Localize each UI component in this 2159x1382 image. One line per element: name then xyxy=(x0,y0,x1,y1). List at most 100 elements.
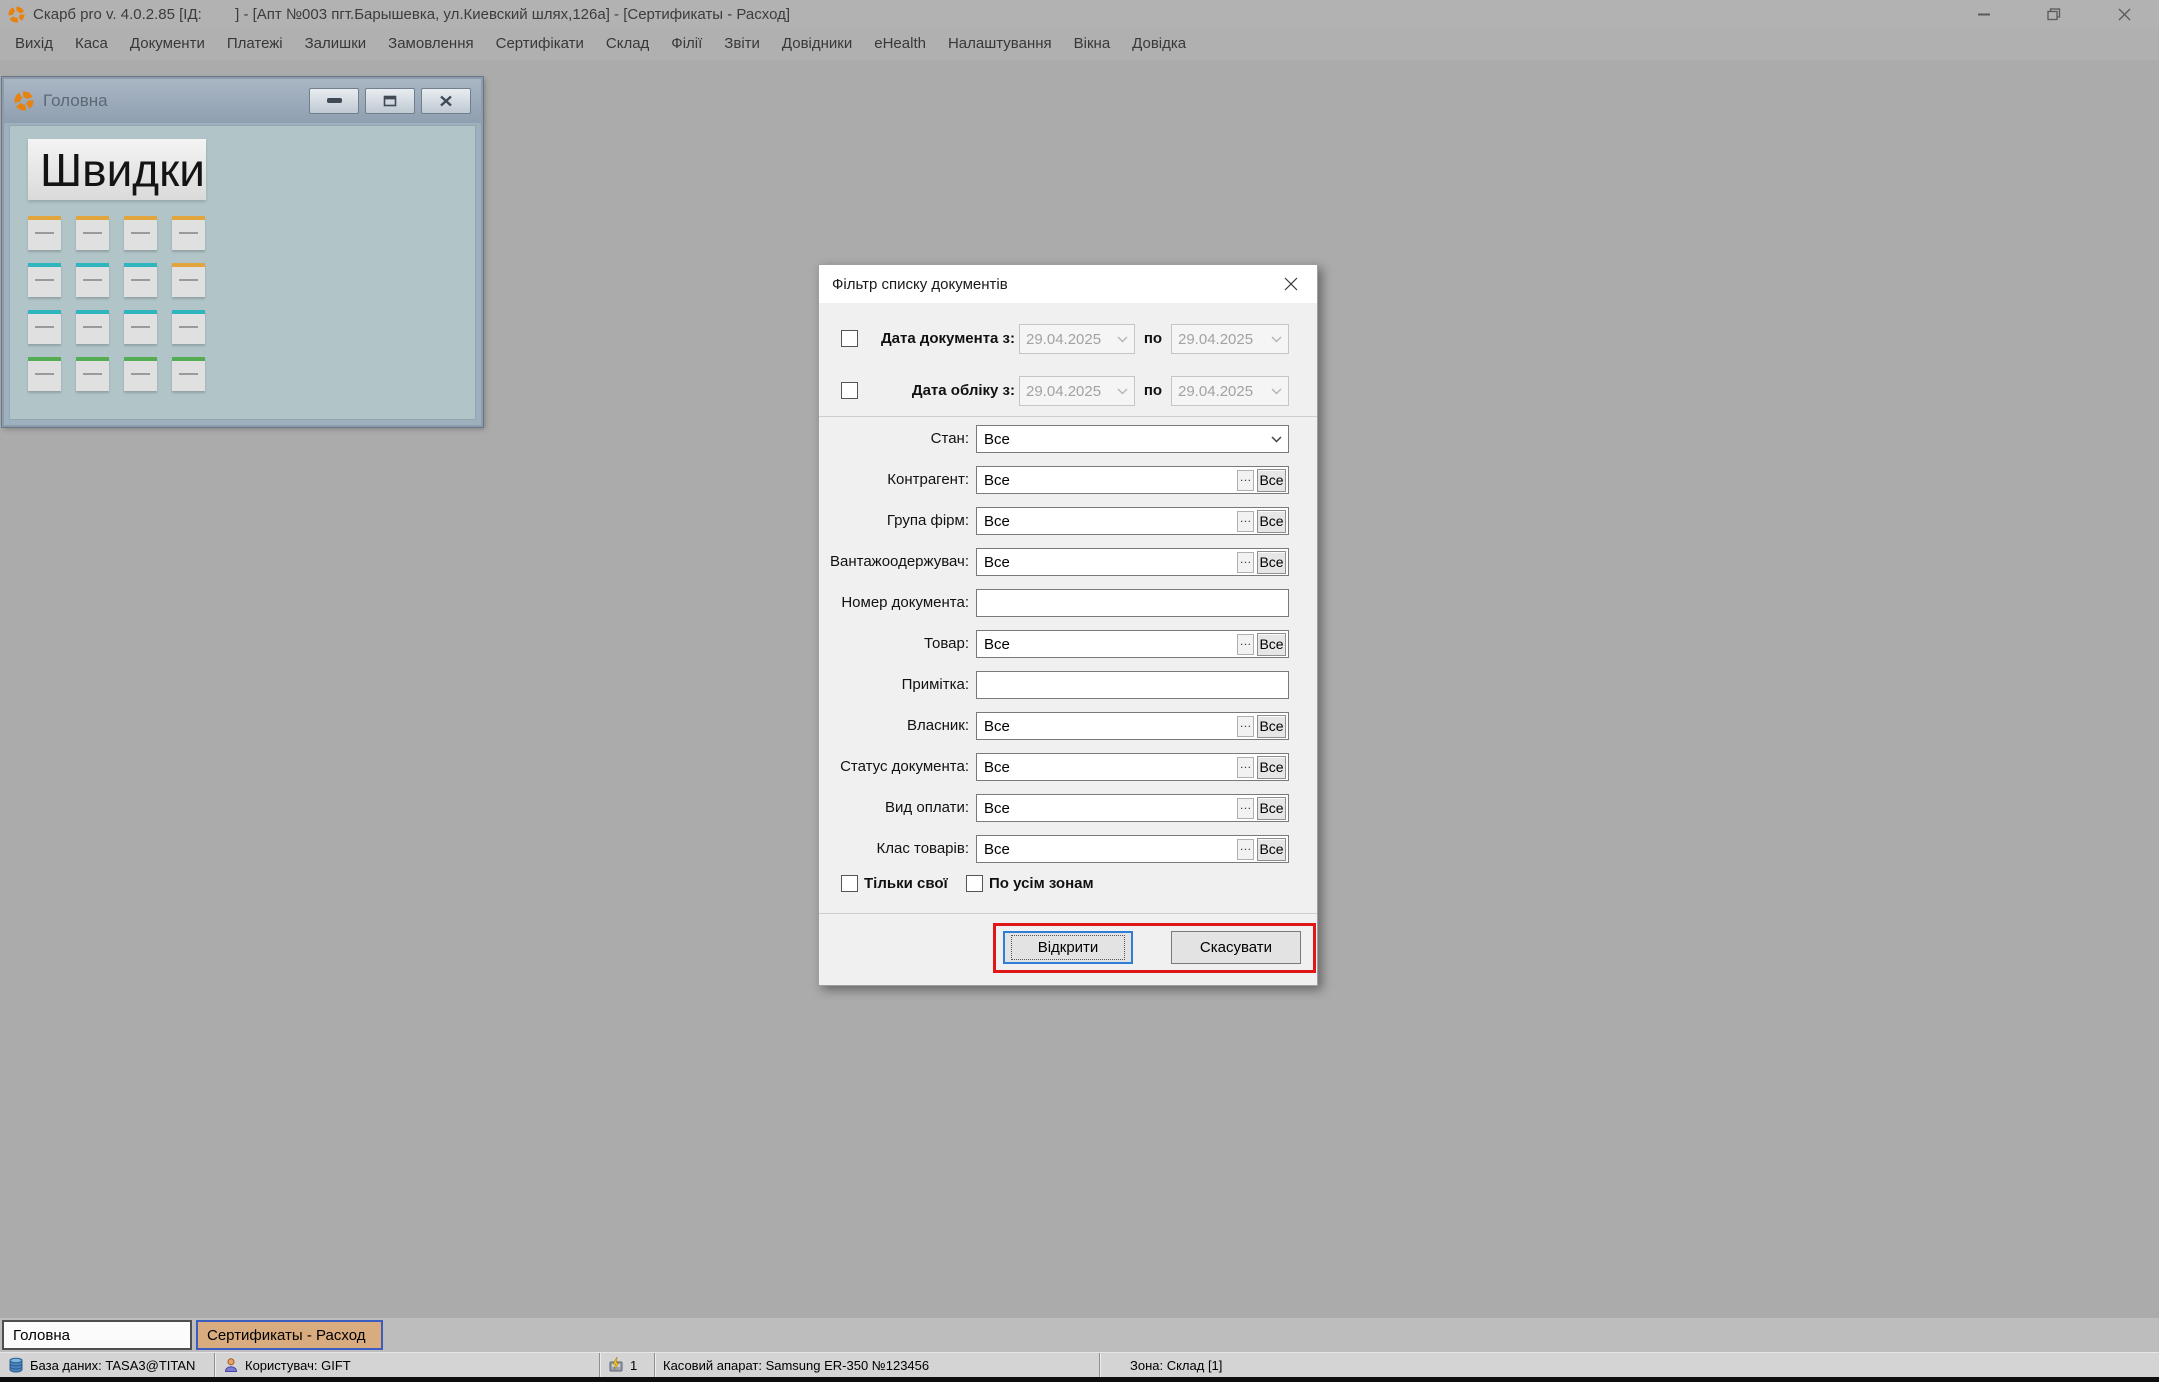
cancel-button[interactable]: Скасувати xyxy=(1171,931,1301,964)
lookup-more-button[interactable]: … xyxy=(1237,839,1254,860)
open-button[interactable]: Відкрити xyxy=(1003,931,1133,964)
mdi-title-bar[interactable]: Головна xyxy=(4,79,481,123)
menu-item[interactable]: Замовлення xyxy=(377,28,484,60)
lookup-more-button[interactable]: … xyxy=(1237,470,1254,491)
dialog-separator xyxy=(819,416,1317,417)
menu-item[interactable]: Склад xyxy=(595,28,660,60)
lookup-more-button[interactable]: … xyxy=(1237,716,1254,737)
mdi-close-button[interactable] xyxy=(421,88,471,114)
date-filter-checkbox[interactable] xyxy=(841,330,858,347)
window-tab[interactable]: Сертификаты - Расход xyxy=(196,1320,383,1350)
dialog-close-button[interactable] xyxy=(1278,271,1304,297)
field-input[interactable]: Все … Все xyxy=(976,548,1289,576)
menu-item[interactable]: eHealth xyxy=(863,28,937,60)
field-value: Все xyxy=(984,431,1271,448)
quick-tile[interactable] xyxy=(76,216,109,250)
lookup-more-button[interactable]: … xyxy=(1237,552,1254,573)
dialog-checkbox-item[interactable]: По усім зонам xyxy=(966,875,1094,892)
menu-item[interactable]: Сертифікати xyxy=(485,28,595,60)
date-filter-checkbox[interactable] xyxy=(841,382,858,399)
quick-tile[interactable] xyxy=(28,357,61,391)
window-tab[interactable]: Головна xyxy=(2,1320,192,1350)
mdi-restore-button[interactable] xyxy=(365,88,415,114)
quick-tile[interactable] xyxy=(28,263,61,297)
dialog-checkbox-item[interactable]: Тільки свої xyxy=(841,875,948,892)
quick-tile[interactable] xyxy=(76,310,109,344)
field-label: Номер документа: xyxy=(819,589,969,617)
filter-field-row: Статус документа: Все … Все xyxy=(819,753,1317,781)
menu-item[interactable]: Довідники xyxy=(771,28,863,60)
field-input[interactable]: … Все xyxy=(976,589,1289,617)
user-icon xyxy=(223,1357,239,1373)
menu-item[interactable]: Налаштування xyxy=(937,28,1063,60)
minimize-button[interactable] xyxy=(1949,0,2019,28)
quick-tile[interactable] xyxy=(124,263,157,297)
window-title: Скарб pro v. 4.0.2.85 [ІД: ] - [Апт №003… xyxy=(33,6,790,23)
menu-item[interactable]: Довідка xyxy=(1121,28,1197,60)
close-button[interactable] xyxy=(2089,0,2159,28)
status-bar: База даних: TASA3@TITAN Користувач: GIFT… xyxy=(0,1352,2159,1377)
lookup-all-button[interactable]: Все xyxy=(1257,797,1286,820)
lookup-more-button[interactable]: … xyxy=(1237,511,1254,532)
checkbox[interactable] xyxy=(966,875,983,892)
date-to-dropdown[interactable]: 29.04.2025 xyxy=(1171,376,1289,406)
quick-tile[interactable] xyxy=(172,310,205,344)
menu-item[interactable]: Філії xyxy=(660,28,713,60)
menu-item[interactable]: Документи xyxy=(119,28,216,60)
field-label: Контрагент: xyxy=(819,466,969,494)
date-from-dropdown[interactable]: 29.04.2025 xyxy=(1019,324,1135,354)
quick-tile[interactable] xyxy=(172,263,205,297)
lookup-more-button[interactable]: … xyxy=(1237,634,1254,655)
field-label: Статус документа: xyxy=(819,753,969,781)
field-input[interactable]: Все … Все xyxy=(976,425,1289,453)
lookup-all-button[interactable]: Все xyxy=(1257,510,1286,533)
date-from-dropdown[interactable]: 29.04.2025 xyxy=(1019,376,1135,406)
dialog-title-bar[interactable]: Фільтр списку документів xyxy=(819,265,1317,303)
menu-item[interactable]: Каса xyxy=(64,28,119,60)
tile-caption-placeholder xyxy=(179,373,199,375)
tile-caption-placeholder xyxy=(35,373,55,375)
title-bar: Скарб pro v. 4.0.2.85 [ІД: ] - [Апт №003… xyxy=(0,0,2159,28)
quick-tile[interactable] xyxy=(172,216,205,250)
field-input[interactable]: Все … Все xyxy=(976,507,1289,535)
quick-tile[interactable] xyxy=(28,310,61,344)
quick-tile[interactable] xyxy=(76,263,109,297)
field-input[interactable]: Все … Все xyxy=(976,712,1289,740)
field-input[interactable]: Все … Все xyxy=(976,794,1289,822)
filter-field-row: Власник: Все … Все xyxy=(819,712,1317,740)
field-label: Стан: xyxy=(819,425,969,453)
quick-tile[interactable] xyxy=(124,310,157,344)
field-input[interactable]: Все … Все xyxy=(976,835,1289,863)
filter-field-row: Номер документа: … Все xyxy=(819,589,1317,617)
menu-item[interactable]: Вікна xyxy=(1063,28,1122,60)
lookup-more-button[interactable]: … xyxy=(1237,798,1254,819)
quick-tile[interactable] xyxy=(76,357,109,391)
mdi-minimize-button[interactable] xyxy=(309,88,359,114)
restore-button[interactable] xyxy=(2019,0,2089,28)
lookup-all-button[interactable]: Все xyxy=(1257,469,1286,492)
quick-tile[interactable] xyxy=(28,216,61,250)
field-input[interactable]: Все … Все xyxy=(976,466,1289,494)
menu-item[interactable]: Вихід xyxy=(4,28,64,60)
field-input[interactable]: … Все xyxy=(976,671,1289,699)
checkbox[interactable] xyxy=(841,875,858,892)
lookup-all-button[interactable]: Все xyxy=(1257,838,1286,861)
field-input[interactable]: Все … Все xyxy=(976,753,1289,781)
menu-item[interactable]: Платежі xyxy=(216,28,294,60)
menu-item[interactable]: Залишки xyxy=(294,28,378,60)
menu-item[interactable]: Звіти xyxy=(713,28,771,60)
quick-tile[interactable] xyxy=(124,216,157,250)
lookup-all-button[interactable]: Все xyxy=(1257,715,1286,738)
quick-tile[interactable] xyxy=(172,357,205,391)
tile-caption-placeholder xyxy=(35,326,55,328)
lookup-all-button[interactable]: Все xyxy=(1257,633,1286,656)
date-to-dropdown[interactable]: 29.04.2025 xyxy=(1171,324,1289,354)
status-cash-register-text: Касовий апарат: Samsung ER-350 №123456 xyxy=(663,1358,929,1373)
field-value: Все xyxy=(984,513,1237,530)
status-zone: Зона: Склад [1] xyxy=(1100,1353,2159,1377)
lookup-more-button[interactable]: … xyxy=(1237,757,1254,778)
field-input[interactable]: Все … Все xyxy=(976,630,1289,658)
lookup-all-button[interactable]: Все xyxy=(1257,756,1286,779)
quick-tile[interactable] xyxy=(124,357,157,391)
lookup-all-button[interactable]: Все xyxy=(1257,551,1286,574)
